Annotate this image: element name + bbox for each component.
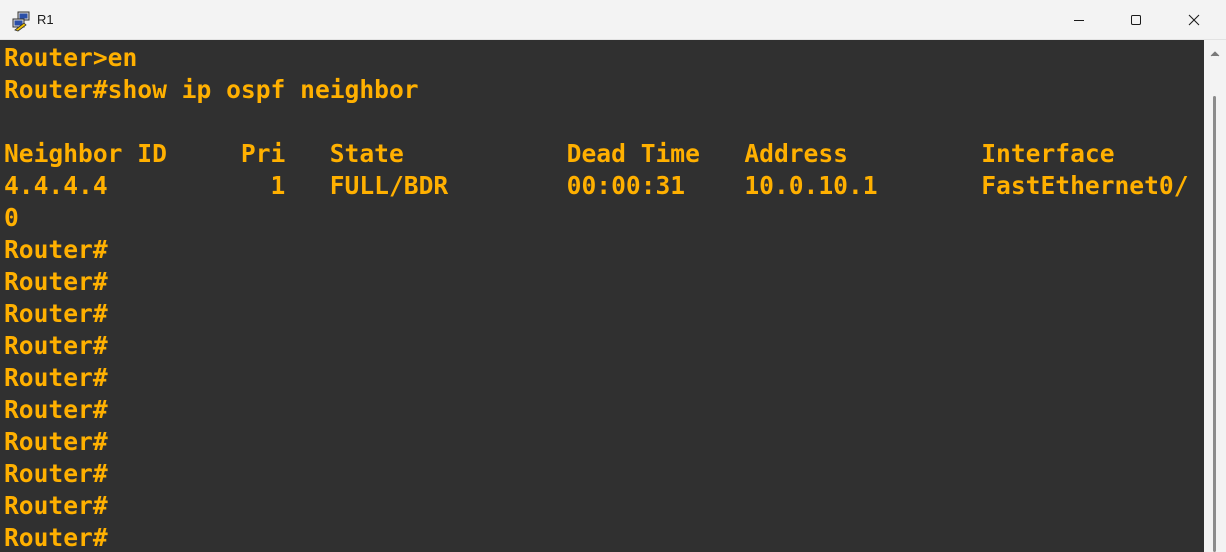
terminal-line: Router# [4, 459, 108, 488]
terminal-line: Router# [4, 331, 108, 360]
terminal-line: Router# [4, 267, 108, 296]
maximize-button[interactable] [1107, 0, 1165, 40]
terminal-console[interactable]: Router>en Router#show ip ospf neighbor N… [0, 40, 1204, 552]
scrollbar-thumb[interactable] [1213, 96, 1216, 552]
terminal-line: Router# [4, 299, 108, 328]
terminal-line: 0 [4, 203, 19, 232]
close-button[interactable] [1165, 0, 1223, 40]
terminal-line: Neighbor ID Pri State Dead Time Address … [4, 139, 1115, 168]
terminal-line: Router# [4, 523, 108, 552]
chevron-up-icon[interactable] [1210, 46, 1220, 57]
terminal-line: 4.4.4.4 1 FULL/BDR 00:00:31 10.0.10.1 Fa… [4, 171, 1189, 200]
close-icon [1188, 14, 1200, 26]
minimize-button[interactable] [1050, 0, 1108, 40]
terminal-line: Router# [4, 363, 108, 392]
vertical-scrollbar[interactable] [1204, 40, 1226, 552]
maximize-icon [1130, 14, 1142, 26]
terminal-line: Router# [4, 235, 108, 264]
terminal-line: Router#show ip ospf neighbor [4, 75, 419, 104]
terminal-window: R1 Router>en Router#show ip ospf neighbo… [0, 0, 1226, 552]
terminal-line: Router# [4, 427, 108, 456]
window-title: R1 [37, 12, 54, 27]
terminal-line: Router# [4, 395, 108, 424]
minimize-icon [1073, 14, 1085, 26]
terminal-output: Router>en Router#show ip ospf neighbor N… [4, 42, 1189, 552]
terminal-line: Router# [4, 491, 108, 520]
title-bar[interactable]: R1 [0, 0, 1226, 40]
terminal-line: Router>en [4, 43, 138, 72]
putty-icon[interactable] [10, 10, 32, 32]
